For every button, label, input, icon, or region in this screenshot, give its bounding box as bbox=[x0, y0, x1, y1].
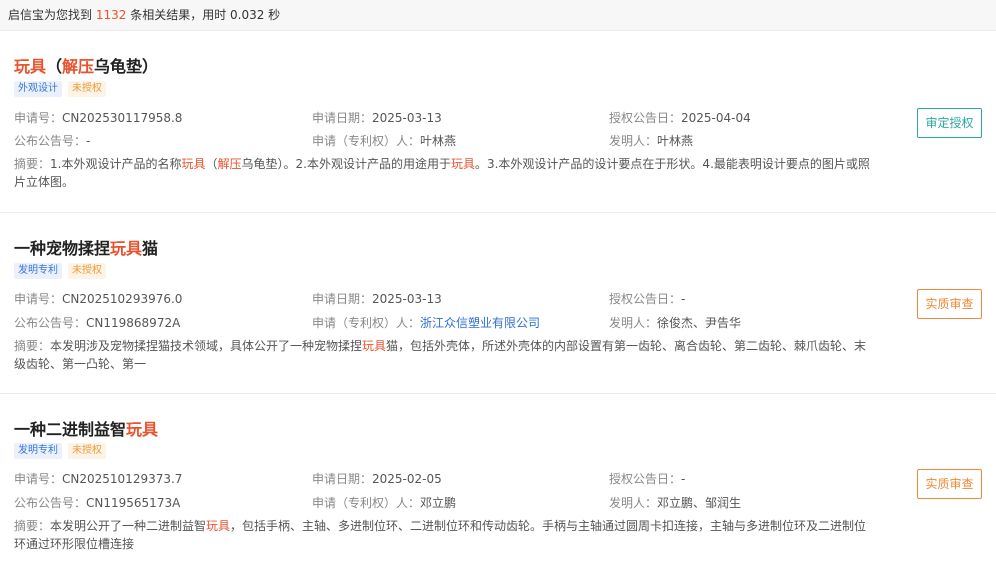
applicant-label: 申请（专利权）人： bbox=[312, 134, 421, 148]
app-date-label: 申请日期： bbox=[312, 292, 373, 306]
inventor-value: 徐俊杰、尹告华 bbox=[657, 316, 742, 330]
substantive-exam-button[interactable]: 实质审查 bbox=[917, 289, 982, 319]
info-row: 申请号：CN202510129373.7 申请日期：2025-02-05 授权公… bbox=[14, 470, 876, 488]
abstract: 摘要：本发明涉及宠物揉捏猫技术领域，具体公开了一种宠物揉捏玩具猫，包括外壳体，所… bbox=[14, 337, 876, 373]
abstract-text: 乌龟垫）。2.本外观设计产品的用途用于 bbox=[241, 157, 451, 171]
inventor-value: 邓立鹏、邹润生 bbox=[657, 496, 742, 510]
summary-suffix: 条相关结果，用时 0.032 秒 bbox=[126, 8, 281, 22]
pub-no-label: 公布公告号： bbox=[14, 316, 87, 330]
abstract-text: 本发明公开了一种二进制益智 bbox=[50, 519, 207, 533]
pub-no-value: - bbox=[86, 134, 91, 148]
result-item: 一种二进制益智玩具 发明专利 未授权 申请号：CN202510129373.7 … bbox=[0, 394, 996, 565]
app-date-value: 2025-02-05 bbox=[372, 472, 442, 486]
grant-date-label: 授权公告日： bbox=[609, 292, 682, 306]
search-summary: 启信宝为您找到 1132 条相关结果，用时 0.032 秒 bbox=[0, 0, 996, 31]
tag-group: 发明专利 未授权 bbox=[14, 263, 106, 279]
result-title[interactable]: 一种二进制益智玩具 bbox=[14, 416, 158, 440]
inventor-value: 叶林燕 bbox=[657, 134, 694, 148]
title-highlight: 玩具 bbox=[126, 420, 159, 439]
abstract-text: （ bbox=[205, 157, 218, 171]
grant-date-value: - bbox=[681, 472, 686, 486]
abstract-label: 摘要： bbox=[14, 157, 51, 171]
abstract-highlight: 解压 bbox=[217, 157, 242, 171]
abstract-text: 1.本外观设计产品的名称 bbox=[50, 157, 182, 171]
pub-no-label: 公布公告号： bbox=[14, 134, 87, 148]
applicant-value: 邓立鹏 bbox=[420, 496, 457, 510]
result-count: 1132 bbox=[95, 8, 127, 22]
abstract: 摘要：本发明公开了一种二进制益智玩具，包括手柄、主轴、多进制位环、二进制位环和传… bbox=[14, 517, 876, 553]
info-row: 申请号：CN202510293976.0 申请日期：2025-03-13 授权公… bbox=[14, 290, 876, 308]
inventor-label: 发明人： bbox=[609, 316, 658, 330]
app-no-value: CN202510129373.7 bbox=[62, 472, 183, 486]
substantive-exam-button[interactable]: 实质审查 bbox=[917, 469, 982, 499]
tag-group: 发明专利 未授权 bbox=[14, 443, 106, 459]
patent-type-tag: 发明专利 bbox=[14, 263, 62, 279]
abstract-highlight: 玩具 bbox=[450, 157, 475, 171]
status-tag: 未授权 bbox=[68, 263, 106, 279]
app-date-value: 2025-03-13 bbox=[372, 111, 442, 125]
title-text: （ bbox=[46, 57, 63, 76]
info-row: 申请号：CN202530117958.8 申请日期：2025-03-13 授权公… bbox=[14, 109, 876, 127]
info-row: 公布公告号：CN119868972A 申请（专利权）人：浙江众信塑业有限公司 发… bbox=[14, 314, 876, 332]
title-text: 猫 bbox=[142, 239, 159, 258]
app-date-label: 申请日期： bbox=[312, 111, 373, 125]
approve-grant-button[interactable]: 审定授权 bbox=[917, 108, 982, 138]
abstract-label: 摘要： bbox=[14, 519, 51, 533]
abstract-highlight: 玩具 bbox=[206, 519, 231, 533]
pub-no-value: CN119565173A bbox=[86, 496, 181, 510]
tag-group: 外观设计 未授权 bbox=[14, 81, 106, 97]
title-text: 乌龟垫） bbox=[94, 57, 159, 76]
title-highlight: 解压 bbox=[62, 57, 95, 76]
result-item: 玩具（解压乌龟垫） 外观设计 未授权 申请号：CN202530117958.8 … bbox=[0, 31, 996, 213]
abstract-highlight: 玩具 bbox=[181, 157, 206, 171]
grant-date-label: 授权公告日： bbox=[609, 472, 682, 486]
applicant-label: 申请（专利权）人： bbox=[312, 496, 421, 510]
app-no-label: 申请号： bbox=[14, 472, 63, 486]
summary-prefix: 启信宝为您找到 bbox=[8, 8, 96, 22]
app-no-label: 申请号： bbox=[14, 292, 63, 306]
abstract-label: 摘要： bbox=[14, 339, 51, 353]
app-no-value: CN202510293976.0 bbox=[62, 292, 183, 306]
app-no-value: CN202530117958.8 bbox=[62, 111, 183, 125]
applicant-label: 申请（专利权）人： bbox=[312, 316, 421, 330]
pub-no-value: CN119868972A bbox=[86, 316, 181, 330]
app-date-label: 申请日期： bbox=[312, 472, 373, 486]
applicant-link[interactable]: 浙江众信塑业有限公司 bbox=[420, 316, 540, 330]
grant-date-label: 授权公告日： bbox=[609, 111, 682, 125]
result-item: 一种宠物揉捏玩具猫 发明专利 未授权 申请号：CN202510293976.0 … bbox=[0, 213, 996, 394]
inventor-label: 发明人： bbox=[609, 134, 658, 148]
applicant-value: 叶林燕 bbox=[420, 134, 457, 148]
app-no-label: 申请号： bbox=[14, 111, 63, 125]
title-highlight: 玩具 bbox=[14, 57, 47, 76]
grant-date-value: 2025-04-04 bbox=[681, 111, 751, 125]
title-highlight: 玩具 bbox=[110, 239, 143, 258]
grant-date-value: - bbox=[681, 292, 686, 306]
abstract-text: 本发明涉及宠物揉捏猫技术领域，具体公开了一种宠物揉捏 bbox=[50, 339, 363, 353]
status-tag: 未授权 bbox=[68, 443, 106, 459]
abstract-highlight: 玩具 bbox=[362, 339, 387, 353]
info-row: 公布公告号：- 申请（专利权）人：叶林燕 发明人：叶林燕 bbox=[14, 132, 876, 150]
info-row: 公布公告号：CN119565173A 申请（专利权）人：邓立鹏 发明人：邓立鹏、… bbox=[14, 494, 876, 512]
inventor-label: 发明人： bbox=[609, 496, 658, 510]
result-title[interactable]: 一种宠物揉捏玩具猫 bbox=[14, 235, 158, 259]
result-title[interactable]: 玩具（解压乌龟垫） bbox=[14, 53, 158, 77]
status-tag: 未授权 bbox=[68, 81, 106, 97]
app-date-value: 2025-03-13 bbox=[372, 292, 442, 306]
pub-no-label: 公布公告号： bbox=[14, 496, 87, 510]
patent-type-tag: 发明专利 bbox=[14, 443, 62, 459]
title-text: 一种宠物揉捏 bbox=[14, 239, 111, 258]
title-text: 一种二进制益智 bbox=[14, 420, 127, 439]
abstract: 摘要：1.本外观设计产品的名称玩具（解压乌龟垫）。2.本外观设计产品的用途用于玩… bbox=[14, 155, 876, 191]
patent-type-tag: 外观设计 bbox=[14, 81, 62, 97]
